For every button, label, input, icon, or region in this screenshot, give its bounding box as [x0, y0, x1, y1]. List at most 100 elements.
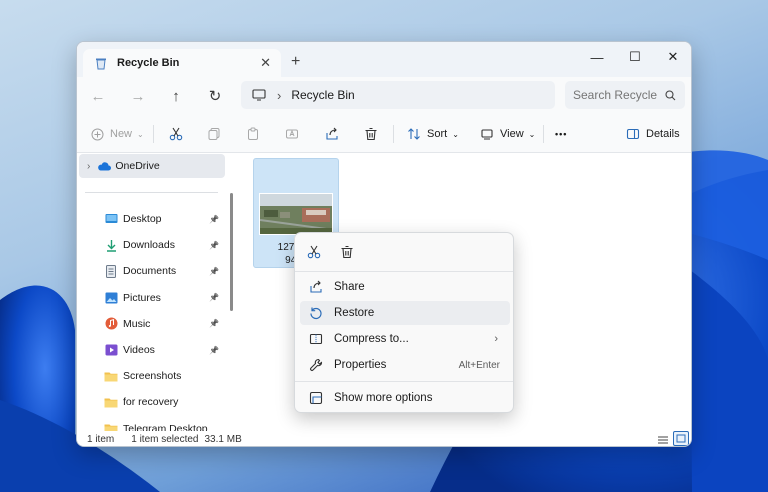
expand-chevron-icon[interactable]: ›	[87, 161, 90, 172]
context-more-label: Show more options	[334, 392, 433, 404]
monitor-icon	[251, 87, 267, 103]
sidebar-item-onedrive[interactable]: › OneDrive	[79, 154, 225, 178]
status-bar: 1 item 1 item selected 33.1 MB	[77, 431, 691, 446]
context-show-more-options[interactable]: Show more options	[300, 386, 510, 410]
breadcrumb-recycle-bin[interactable]: Recycle Bin	[291, 88, 354, 102]
sidebar-scrollbar[interactable]	[230, 193, 233, 311]
scissors-icon	[168, 126, 184, 142]
refresh-button[interactable]: ↻	[202, 83, 228, 109]
address-bar[interactable]: › Recycle Bin	[241, 81, 555, 109]
pin-icon[interactable]: 📌	[209, 346, 219, 355]
image-thumbnail	[259, 193, 333, 235]
view-button[interactable]: View ⌄	[479, 122, 535, 146]
context-properties[interactable]: Properties Alt+Enter	[300, 353, 510, 377]
toolbar-divider	[153, 125, 154, 143]
chevron-down-icon: ⌄	[528, 129, 536, 139]
context-share-label: Share	[334, 281, 365, 293]
pin-icon[interactable]: 📌	[209, 293, 219, 302]
sidebar-item-videos[interactable]: Videos 📌	[79, 338, 225, 362]
sidebar-item-telegram-desktop[interactable]: Telegram Desktop	[79, 417, 225, 431]
context-cut-button[interactable]	[301, 240, 327, 264]
sidebar-item-desktop[interactable]: Desktop 📌	[79, 207, 225, 231]
context-delete-button[interactable]	[334, 240, 360, 264]
trash-icon	[363, 126, 379, 142]
sidebar-item-music[interactable]: Music 📌	[79, 312, 225, 336]
scissors-icon	[306, 244, 322, 260]
pin-icon[interactable]: 📌	[209, 241, 219, 250]
sidebar-item-label: Screenshots	[123, 370, 182, 383]
sidebar-item-downloads[interactable]: Downloads 📌	[79, 233, 225, 257]
sidebar-item-for-recovery[interactable]: for recovery	[79, 390, 225, 414]
context-compress[interactable]: Compress to... ›	[300, 327, 510, 351]
large-icons-view-icon[interactable]	[673, 431, 689, 446]
close-window-button[interactable]: ✕	[655, 46, 691, 68]
view-label: View	[500, 128, 524, 140]
up-button[interactable]: ↑	[163, 83, 189, 109]
tab-title: Recycle Bin	[117, 57, 180, 69]
view-icon	[479, 126, 495, 142]
download-icon	[103, 237, 119, 253]
minimize-button[interactable]: —	[579, 46, 615, 68]
cut-button[interactable]	[168, 122, 184, 146]
sort-arrows-icon	[406, 126, 422, 142]
sidebar-item-screenshots[interactable]: Screenshots	[79, 364, 225, 388]
pin-icon[interactable]: 📌	[209, 267, 219, 276]
details-pane-icon	[625, 126, 641, 142]
restore-icon	[308, 305, 324, 321]
pin-icon[interactable]: 📌	[209, 319, 219, 328]
navigation-pane: › OneDrive Desktop 📌 Downloads 📌 Documents 📌 P…	[77, 153, 237, 431]
pin-icon[interactable]: 📌	[209, 215, 219, 224]
context-properties-label: Properties	[334, 359, 387, 371]
forward-button[interactable]: →	[125, 83, 151, 109]
context-restore[interactable]: Restore	[300, 301, 510, 325]
paste-button[interactable]	[245, 122, 261, 146]
new-button[interactable]: New ⌄	[89, 122, 144, 146]
chevron-down-icon: ⌄	[137, 129, 144, 139]
sidebar-item-label: Desktop	[123, 213, 162, 225]
sidebar-item-label: for recovery	[123, 396, 179, 409]
document-icon	[103, 263, 119, 279]
recycle-bin-icon	[93, 55, 109, 71]
tab-recycle-bin[interactable]: Recycle Bin ✕	[83, 49, 281, 77]
rename-button[interactable]	[284, 122, 300, 146]
new-label: New	[110, 128, 133, 140]
maximize-button[interactable]: ☐	[617, 46, 653, 68]
context-restore-label: Restore	[334, 307, 375, 319]
folder-icon	[103, 421, 119, 431]
more-options-button[interactable]: •••	[555, 122, 567, 146]
delete-button[interactable]	[363, 122, 379, 146]
selection-size: 33.1 MB	[204, 434, 242, 445]
details-view-icon[interactable]	[655, 432, 671, 446]
properties-shortcut: Alt+Enter	[458, 359, 500, 371]
sort-button[interactable]: Sort ⌄	[406, 122, 459, 146]
folder-icon	[103, 368, 119, 384]
sidebar-item-label: Videos	[123, 344, 155, 356]
videos-icon	[103, 342, 119, 358]
sidebar-item-documents[interactable]: Documents 📌	[79, 259, 225, 283]
details-label: Details	[646, 128, 680, 140]
sidebar-divider	[85, 192, 218, 193]
sidebar-item-pictures[interactable]: Pictures 📌	[79, 286, 225, 310]
search-icon[interactable]	[663, 87, 677, 103]
sidebar-item-label: Documents	[123, 265, 177, 278]
copy-button[interactable]	[206, 122, 222, 146]
context-share[interactable]: Share	[300, 275, 510, 299]
cloud-icon	[96, 158, 112, 174]
tab-close-icon[interactable]: ✕	[260, 55, 271, 71]
back-button[interactable]: ←	[85, 83, 111, 109]
new-tab-button[interactable]: +	[291, 53, 300, 71]
sort-label: Sort	[427, 128, 448, 140]
copy-icon	[206, 126, 222, 142]
share-icon	[324, 126, 340, 142]
sidebar-item-label: Telegram Desktop	[123, 422, 208, 431]
search-box[interactable]	[565, 81, 685, 109]
sidebar-item-label: Music	[123, 317, 151, 330]
wrench-icon	[308, 357, 324, 373]
details-pane-button[interactable]: Details	[625, 122, 680, 146]
search-input[interactable]	[573, 88, 663, 102]
chevron-right-icon: ›	[494, 333, 498, 345]
chevron-down-icon: ⌄	[452, 129, 459, 139]
navigation-bar: ← → ↑ ↻ › Recycle Bin	[77, 77, 691, 115]
share-button[interactable]	[324, 122, 340, 146]
music-icon	[103, 316, 119, 332]
